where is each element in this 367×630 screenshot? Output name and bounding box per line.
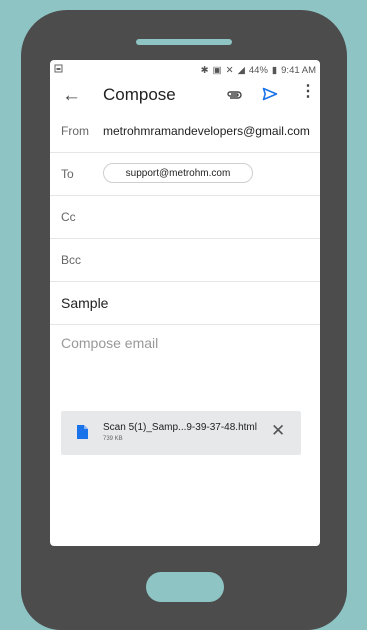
phone-screen: ✱ ▣ ✕ ◢ 44% ▮ 9:41 AM ← Compose ⋮ From m… bbox=[50, 60, 320, 546]
notification-icon bbox=[54, 64, 63, 76]
page-title: Compose bbox=[103, 85, 176, 104]
nfc-icon: ▣ bbox=[212, 64, 222, 76]
body-area[interactable]: Compose email bbox=[50, 325, 320, 385]
status-bar: ✱ ▣ ✕ ◢ 44% ▮ 9:41 AM bbox=[50, 60, 320, 80]
recipient-chip[interactable]: support@metrohm.com bbox=[103, 163, 253, 183]
file-icon bbox=[77, 425, 88, 444]
bcc-label: Bcc bbox=[61, 253, 82, 267]
compose-body-field[interactable]: Compose email bbox=[61, 335, 158, 351]
back-arrow-icon[interactable]: ← bbox=[62, 85, 81, 107]
bcc-row[interactable]: Bcc bbox=[50, 239, 320, 282]
send-icon[interactable] bbox=[262, 87, 278, 106]
more-vert-icon[interactable]: ⋮ bbox=[300, 84, 316, 100]
battery-percent: 44% bbox=[248, 64, 268, 76]
app-bar: ← Compose ⋮ bbox=[50, 80, 320, 110]
to-label: To bbox=[61, 167, 74, 181]
to-row[interactable]: To support@metrohm.com bbox=[50, 153, 320, 196]
clock: 9:41 AM bbox=[281, 64, 316, 76]
attachment-card[interactable]: Scan 5(1)_Samp...9-39-37-48.html 739 KB … bbox=[61, 411, 301, 455]
bluetooth-icon: ✱ bbox=[200, 64, 209, 76]
cc-row[interactable]: Cc bbox=[50, 196, 320, 239]
subject-field[interactable]: Sample bbox=[61, 295, 108, 311]
from-label: From bbox=[61, 124, 89, 138]
from-row[interactable]: From metrohmramandevelopers@gmail.com bbox=[50, 110, 320, 153]
home-button[interactable] bbox=[146, 572, 224, 602]
remove-attachment-icon[interactable]: ✕ bbox=[271, 422, 285, 439]
attach-icon[interactable] bbox=[226, 88, 242, 106]
mute-icon: ✕ bbox=[225, 64, 234, 76]
battery-icon: ▮ bbox=[271, 64, 278, 76]
signal-icon: ◢ bbox=[237, 64, 245, 76]
attachment-size: 739 KB bbox=[103, 436, 123, 442]
subject-row[interactable]: Sample bbox=[50, 282, 320, 325]
phone-frame: ✱ ▣ ✕ ◢ 44% ▮ 9:41 AM ← Compose ⋮ From m… bbox=[21, 10, 347, 630]
cc-label: Cc bbox=[61, 210, 76, 224]
from-value[interactable]: metrohmramandevelopers@gmail.com bbox=[103, 124, 310, 138]
phone-speaker bbox=[136, 39, 232, 45]
attachment-name: Scan 5(1)_Samp...9-39-37-48.html bbox=[103, 422, 257, 433]
